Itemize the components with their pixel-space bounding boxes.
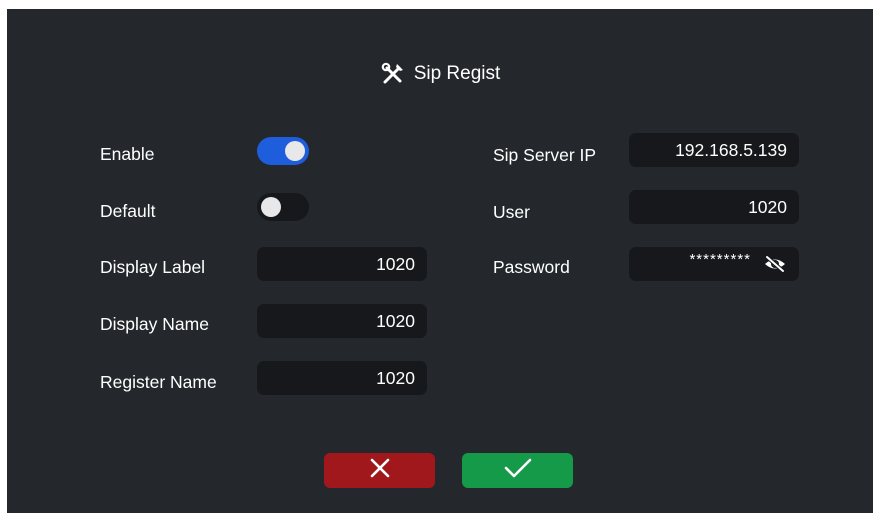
check-icon [503,457,533,484]
password-label: Password [493,257,570,277]
password-masked-value: ********* [689,251,751,268]
default-toggle[interactable] [257,193,309,221]
user-input[interactable]: 1020 [629,190,799,224]
password-input[interactable]: ********* [629,247,799,281]
display-name-input[interactable]: 1020 [257,304,427,338]
user-label: User [493,202,530,222]
register-name-input[interactable]: 1020 [257,361,427,395]
display-label-value: 1020 [376,254,415,274]
sip-server-ip-input[interactable]: 192.168.5.139 [629,133,799,167]
default-label: Default [100,201,156,221]
sip-server-ip-value: 192.168.5.139 [675,140,787,160]
eye-off-icon[interactable] [763,255,787,273]
register-name-label: Register Name [100,372,217,392]
cancel-button[interactable] [324,453,435,488]
toggle-knob [261,197,281,217]
sip-server-ip-label: Sip Server IP [493,145,597,165]
enable-label: Enable [100,144,155,164]
close-icon [369,457,391,484]
sip-regist-dialog: Sip Regist Enable Default Display Label … [7,9,873,513]
display-label-input[interactable]: 1020 [257,247,427,281]
confirm-button[interactable] [462,453,573,488]
dialog-title: Sip Regist [413,63,501,84]
display-label-label: Display Label [100,257,206,277]
dialog-header: Sip Regist [7,61,873,87]
display-name-value: 1020 [376,311,415,331]
enable-toggle[interactable] [257,137,309,165]
display-name-label: Display Name [100,314,209,334]
register-name-value: 1020 [376,368,415,388]
user-value: 1020 [748,197,787,217]
toggle-knob [285,141,305,161]
tools-icon [380,61,406,87]
